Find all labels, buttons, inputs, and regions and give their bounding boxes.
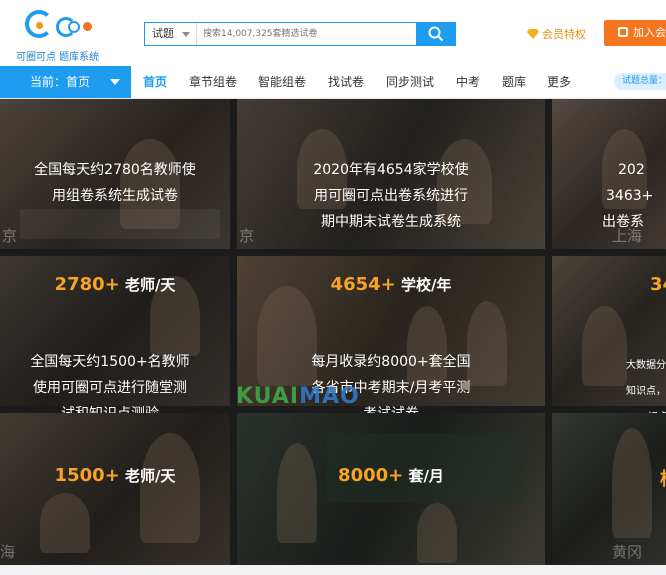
nav-item-find-papers[interactable]: 找试卷 xyxy=(328,66,364,98)
search-button[interactable] xyxy=(416,22,456,46)
tile-description: 全国每天约2780名教师使 用组卷系统生成试卷 xyxy=(0,157,230,209)
nav-item-home[interactable]: 首页 xyxy=(143,66,167,98)
stat-unit: 老师/天 xyxy=(119,467,176,485)
header: 可圈可点 题库系统 试题 会员特权 加入会员 xyxy=(0,0,666,66)
diamond-icon xyxy=(527,29,539,39)
tile-stat: 桥 xyxy=(660,465,666,491)
search-type-label: 试题 xyxy=(152,27,174,40)
stat-number: 8000+ xyxy=(338,465,404,486)
nav-item-more[interactable]: 更多 xyxy=(547,66,571,98)
search-icon xyxy=(428,26,444,42)
tile-stat: 2780+ 老师/天 xyxy=(0,274,230,295)
nav-item-question-bank[interactable]: 题库 xyxy=(502,66,526,98)
stat-number: 桥 xyxy=(660,469,666,490)
logo-mark-icon xyxy=(68,21,80,33)
stat-unit: 学校/年 xyxy=(395,276,452,294)
search-bar: 试题 xyxy=(144,22,456,46)
chevron-down-icon xyxy=(182,32,190,37)
stat-number: 1500+ xyxy=(54,465,120,486)
page-footer-strip xyxy=(0,565,666,575)
tile-text-line: 知识点， xyxy=(626,386,666,397)
tile-text-line: 大数据分 xyxy=(626,360,666,371)
member-icon xyxy=(618,27,628,37)
city-label: 海 xyxy=(0,543,16,561)
tile-text-line: 全国每天约1500+名教师 xyxy=(30,354,190,370)
stat-tile: 京 全国每天约2780名教师使 用组卷系统生成试卷 xyxy=(0,99,230,249)
tile-text-line: 用组卷系统生成试卷 xyxy=(52,188,178,204)
site-logo[interactable]: 可圈可点 题库系统 xyxy=(16,8,102,63)
tile-text-line: 全国每天约2780名教师使 xyxy=(34,162,196,178)
logo-dot-icon xyxy=(83,22,92,31)
stat-tile: 上海 202 3463+ 出卷系 xyxy=(552,99,666,249)
watermark-text: KUAI xyxy=(236,384,300,409)
question-total-badge: 试题总量：14 xyxy=(614,73,666,90)
stat-tile: 海 1500+ 老师/天 xyxy=(0,413,230,565)
tile-stat: 34 xyxy=(650,274,666,295)
tile-text-line: 出卷系 xyxy=(602,214,644,230)
vip-label: 会员特权 xyxy=(542,28,586,41)
nav-item-chapter-compose[interactable]: 章节组卷 xyxy=(189,66,237,98)
stat-tile: 黄冈 桥 xyxy=(552,413,666,565)
city-label: 黄冈 xyxy=(612,543,643,561)
main-nav: 当前：首页 首页 章节组卷 智能组卷 找试卷 同步测试 中考 题库 更多 试题总… xyxy=(0,66,666,99)
tile-text-line: 用可圈可点出卷系统进行 xyxy=(314,188,468,204)
tile-text-line: 3463+ xyxy=(606,188,654,204)
stats-photo-grid: 京 全国每天约2780名教师使 用组卷系统生成试卷 京 2020年有4654家学… xyxy=(0,99,666,565)
stat-number: 34 xyxy=(650,274,666,295)
watermark-logo: KUAIMAO xyxy=(236,384,360,409)
stat-unit: 老师/天 xyxy=(119,276,176,294)
chevron-down-icon xyxy=(110,79,120,85)
search-input[interactable] xyxy=(203,23,415,45)
logo-tagline: 可圈可点 题库系统 xyxy=(16,52,100,63)
stat-number: 4654+ xyxy=(330,274,396,295)
stat-tile: 8000+ 套/月 xyxy=(237,413,545,565)
search-type-select[interactable]: 试题 xyxy=(145,23,197,45)
tile-text-line: 使用可圈可点进行随堂测 xyxy=(33,380,187,396)
logo-mark-icon xyxy=(25,10,53,38)
stat-number: 2780+ xyxy=(54,274,120,295)
watermark-text: MAO xyxy=(299,384,360,409)
current-page-dropdown[interactable]: 当前：首页 xyxy=(0,66,131,98)
current-page-label: 当前：首页 xyxy=(30,75,91,89)
tile-text-line: 2020年有4654家学校使 xyxy=(313,162,469,178)
stat-unit: 套/月 xyxy=(403,467,444,485)
join-label: 加入会员 xyxy=(633,26,666,39)
nav-item-smart-compose[interactable]: 智能组卷 xyxy=(258,66,306,98)
tile-stat: 8000+ 套/月 xyxy=(237,465,545,486)
stat-tile: 京 2020年有4654家学校使 用可圈可点出卷系统进行 期中期末试卷生成系统 xyxy=(237,99,545,249)
tile-description: 2020年有4654家学校使 用可圈可点出卷系统进行 期中期末试卷生成系统 xyxy=(237,157,545,235)
nav-item-sync-tests[interactable]: 同步测试 xyxy=(386,66,434,98)
nav-item-zhongkao[interactable]: 中考 xyxy=(456,66,480,98)
tile-text-line: 202 xyxy=(618,162,645,178)
tile-stat: 4654+ 学校/年 xyxy=(237,274,545,295)
tile-text-line: 期中期末试卷生成系统 xyxy=(321,214,461,230)
city-label: 京 xyxy=(2,227,18,245)
join-member-button[interactable]: 加入会员 xyxy=(604,20,666,46)
vip-link[interactable]: 会员特权 xyxy=(527,26,586,42)
tile-stat: 1500+ 老师/天 xyxy=(0,465,230,486)
tile-text-line: 每月收录约8000+套全国 xyxy=(311,354,471,370)
tile-description: 202 3463+ 出卷系 xyxy=(602,157,666,235)
